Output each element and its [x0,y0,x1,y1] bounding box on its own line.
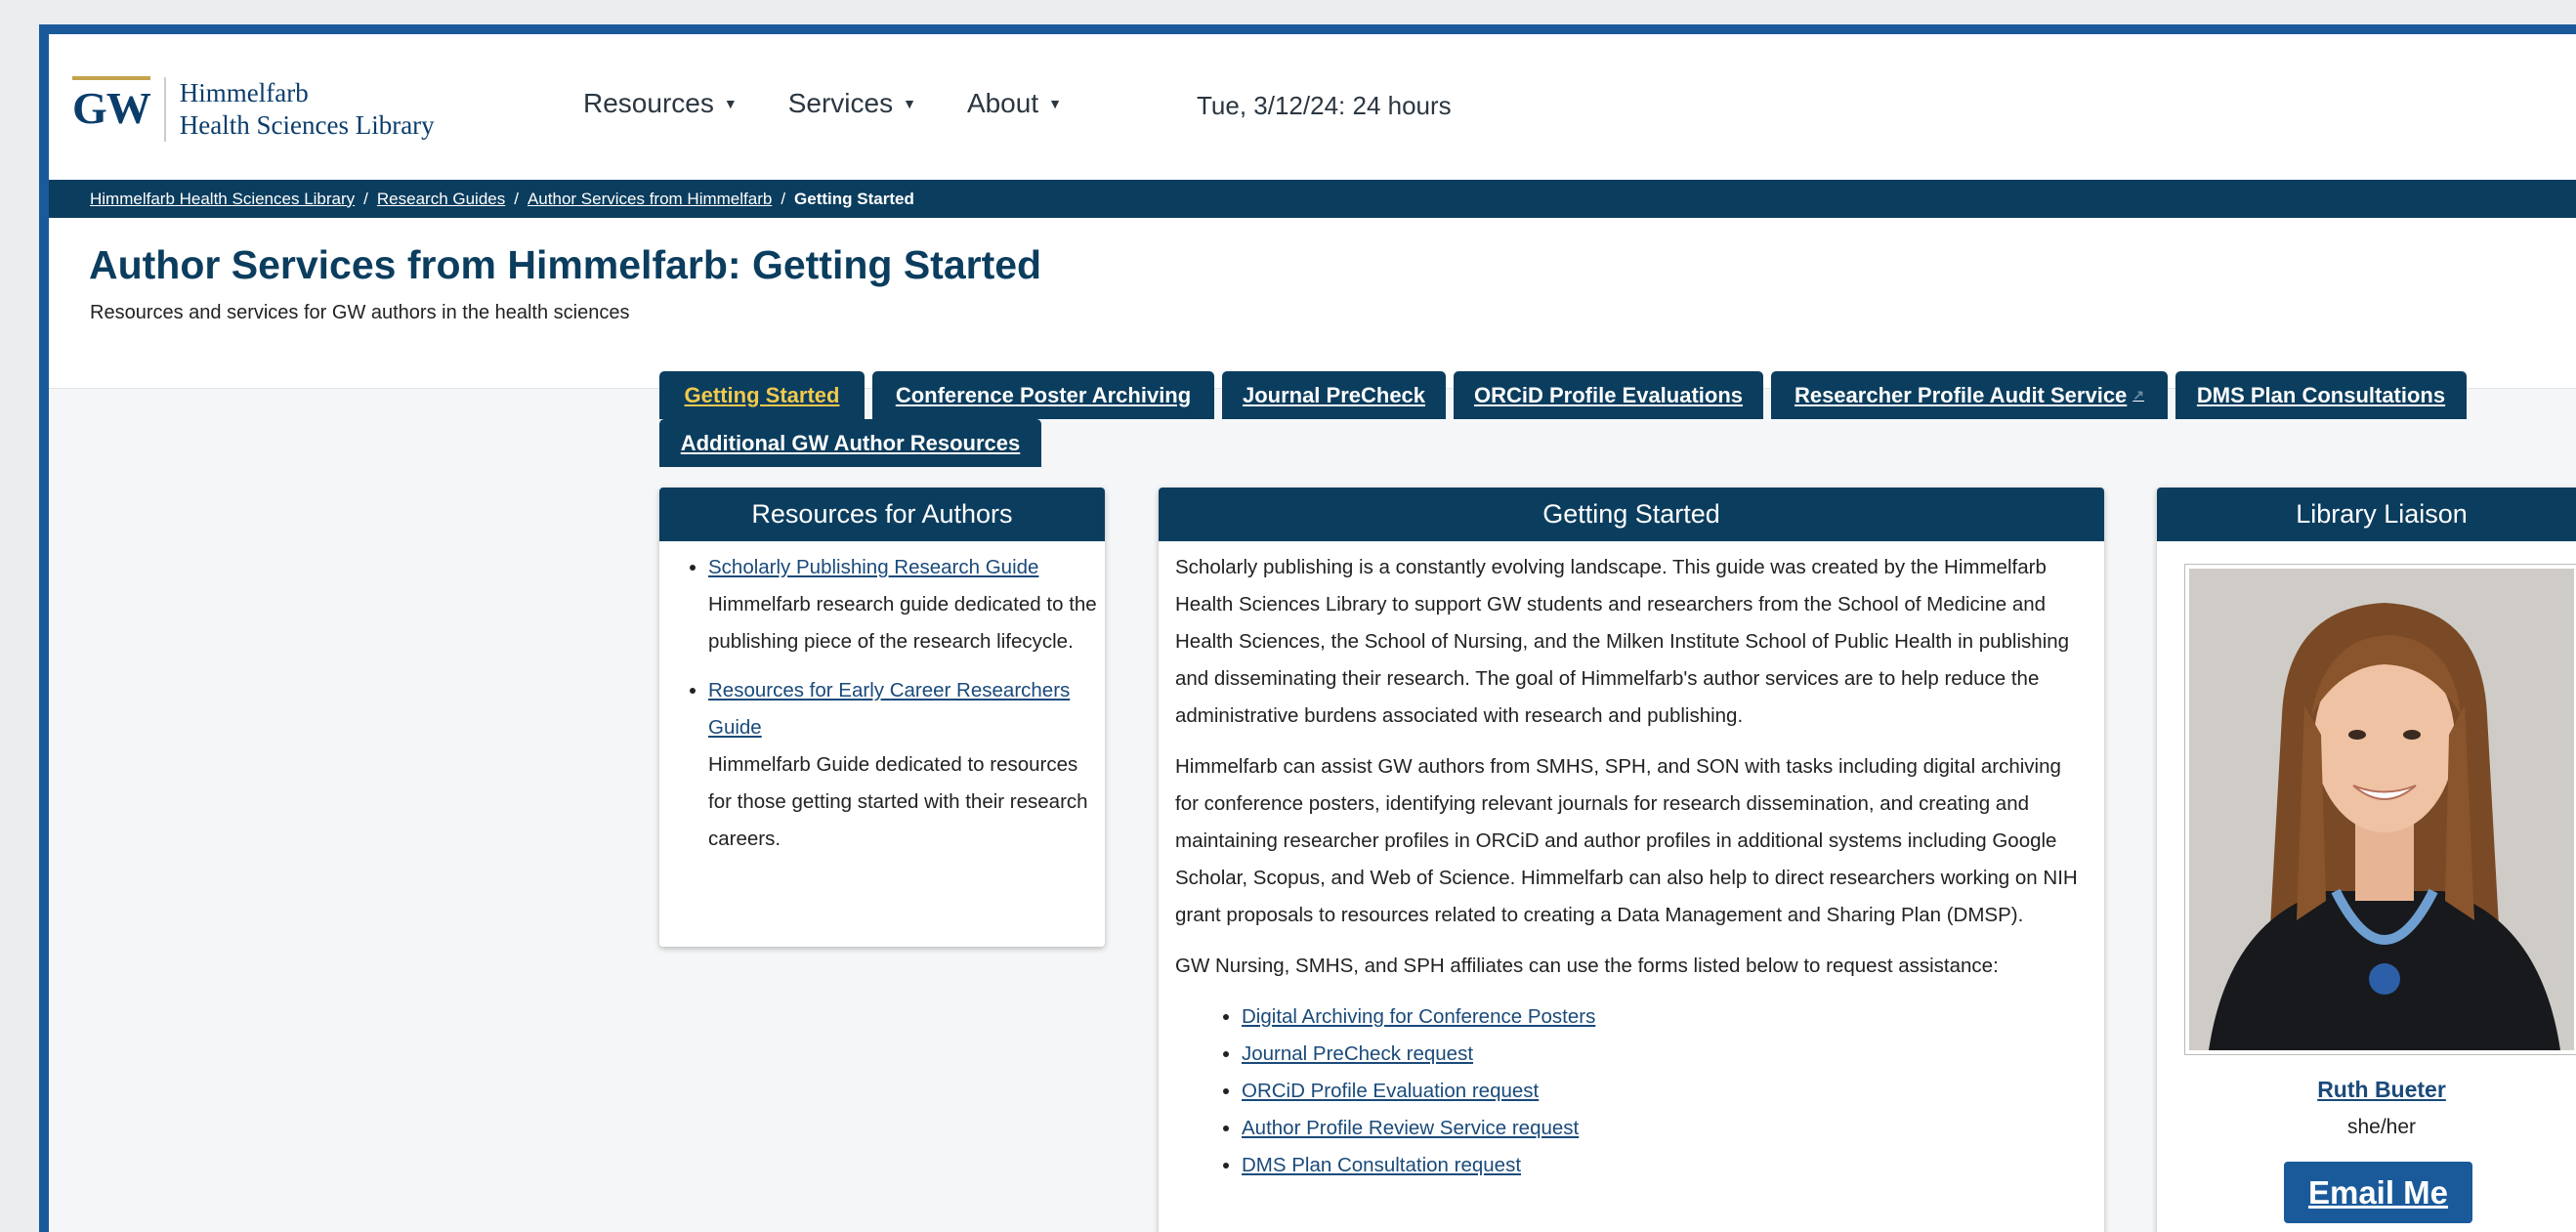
box-title: Library Liaison [2157,488,2576,541]
list-item: Resources for Early Career Researchers G… [708,672,1105,858]
nav-services-label: Services [787,88,894,118]
request-form-list: Digital Archiving for Conference Posters… [1175,998,2087,1184]
library-logo[interactable]: GW Himmelfarb Health Sciences Library [72,75,435,142]
list-item: ORCiD Profile Evaluation request [1242,1073,2087,1110]
nav-services[interactable]: Services ▼ [788,88,916,119]
caret-down-icon: ▼ [1048,96,1062,111]
liaison-pronouns: she/her [2346,1116,2417,1138]
nav-resources[interactable]: Resources ▼ [583,88,738,119]
person-portrait-image [2189,569,2574,1050]
dms-plan-consultation-link[interactable]: DMS Plan Consultation request [1242,1154,1521,1176]
site-header: GW Himmelfarb Health Sciences Library Re… [49,34,2576,180]
page-subtitle: Resources and services for GW authors in… [90,302,630,323]
list-item: Scholarly Publishing Research Guide Himm… [708,549,1105,660]
tab-orcid-profile-evaluations[interactable]: ORCiD Profile Evaluations [1454,371,1763,419]
nav-about[interactable]: About ▼ [967,88,1062,119]
breadcrumb-separator: / [514,189,519,208]
resource-description: Himmelfarb research guide dedicated to t… [708,593,1097,653]
paragraph: Himmelfarb can assist GW authors from SM… [1175,755,2078,926]
tab-journal-precheck[interactable]: Journal PreCheck [1222,371,1446,419]
tab-label: Researcher Profile Audit Service [1794,382,2128,407]
main-nav: Resources ▼ Services ▼ About ▼ [583,88,1062,119]
tab-dms-plan-consultations[interactable]: DMS Plan Consultations [2175,371,2467,419]
page-title: Author Services from Himmelfarb: Getting… [89,242,1042,287]
getting-started-box: Getting Started Scholarly publishing is … [1159,488,2104,1232]
library-liaison-box: Library Liaison Ruth Bueter she/her Emai… [2157,488,2576,1232]
breadcrumb-separator: / [363,189,368,208]
browser-frame: GW Himmelfarb Health Sciences Library Re… [39,24,2576,1232]
breadcrumb-current: Getting Started [794,189,914,208]
nav-resources-label: Resources [583,88,714,118]
logo-divider [163,77,166,142]
gw-logo-mark: GW [72,75,151,138]
caret-down-icon: ▼ [723,96,738,111]
title-area: Author Services from Himmelfarb: Getting… [49,218,2576,389]
box-body: Scholarly Publishing Research Guide Himm… [659,549,1105,858]
page: GW Himmelfarb Health Sciences Library Re… [49,34,2576,1232]
list-item: Journal PreCheck request [1242,1036,2087,1073]
list-item: DMS Plan Consultation request [1242,1147,2087,1184]
breadcrumb-link-author-services[interactable]: Author Services from Himmelfarb [528,190,772,209]
tab-additional-gw-author-resources[interactable]: Additional GW Author Resources [659,419,1041,467]
external-link-icon: ↗ [2133,387,2145,403]
liaison-photo [2185,565,2576,1054]
library-hours[interactable]: Tue, 3/12/24: 24 hours [1197,91,1452,121]
liaison-name-link[interactable]: Ruth Bueter [2157,1077,2576,1103]
logo-text: Himmelfarb Health Sciences Library [180,77,435,142]
digital-archiving-link[interactable]: Digital Archiving for Conference Posters [1242,1005,1595,1028]
list-item: Author Profile Review Service request [1242,1110,2087,1147]
journal-precheck-link[interactable]: Journal PreCheck request [1242,1042,1473,1065]
breadcrumb-link-research-guides[interactable]: Research Guides [377,190,505,209]
logo-line-2: Health Sciences Library [179,110,435,140]
tab-conference-poster-archiving[interactable]: Conference Poster Archiving [872,371,1214,419]
resource-list: Scholarly Publishing Research Guide Himm… [659,549,1105,858]
tab-researcher-profile-audit-service[interactable]: Researcher Profile Audit Service ↗ [1771,371,2168,419]
resources-for-authors-box: Resources for Authors Scholarly Publishi… [659,488,1105,947]
paragraph: GW Nursing, SMHS, and SPH affiliates can… [1175,955,1999,977]
author-profile-review-link[interactable]: Author Profile Review Service request [1242,1117,1579,1139]
breadcrumb: Himmelfarb Health Sciences Library / Res… [49,180,2576,218]
box-title: Getting Started [1159,488,2104,541]
resource-description: Himmelfarb Guide dedicated to resources … [708,753,1088,850]
breadcrumb-separator: / [781,189,786,208]
orcid-evaluation-link[interactable]: ORCiD Profile Evaluation request [1242,1080,1539,1102]
box-title: Resources for Authors [659,488,1105,541]
nav-about-label: About [966,88,1039,118]
scholarly-publishing-guide-link[interactable]: Scholarly Publishing Research Guide [708,556,1038,578]
caret-down-icon: ▼ [903,96,916,111]
list-item: Digital Archiving for Conference Posters [1242,998,2087,1036]
paragraph: Scholarly publishing is a constantly evo… [1175,556,2070,727]
tab-getting-started[interactable]: Getting Started [659,371,865,419]
early-career-guide-link[interactable]: Resources for Early Career Researchers G… [708,679,1070,739]
breadcrumb-link-library[interactable]: Himmelfarb Health Sciences Library [90,190,355,209]
email-me-button[interactable]: Email Me [2284,1162,2472,1223]
logo-line-1: Himmelfarb [179,78,309,107]
box-body: Scholarly publishing is a constantly evo… [1159,541,2104,1184]
